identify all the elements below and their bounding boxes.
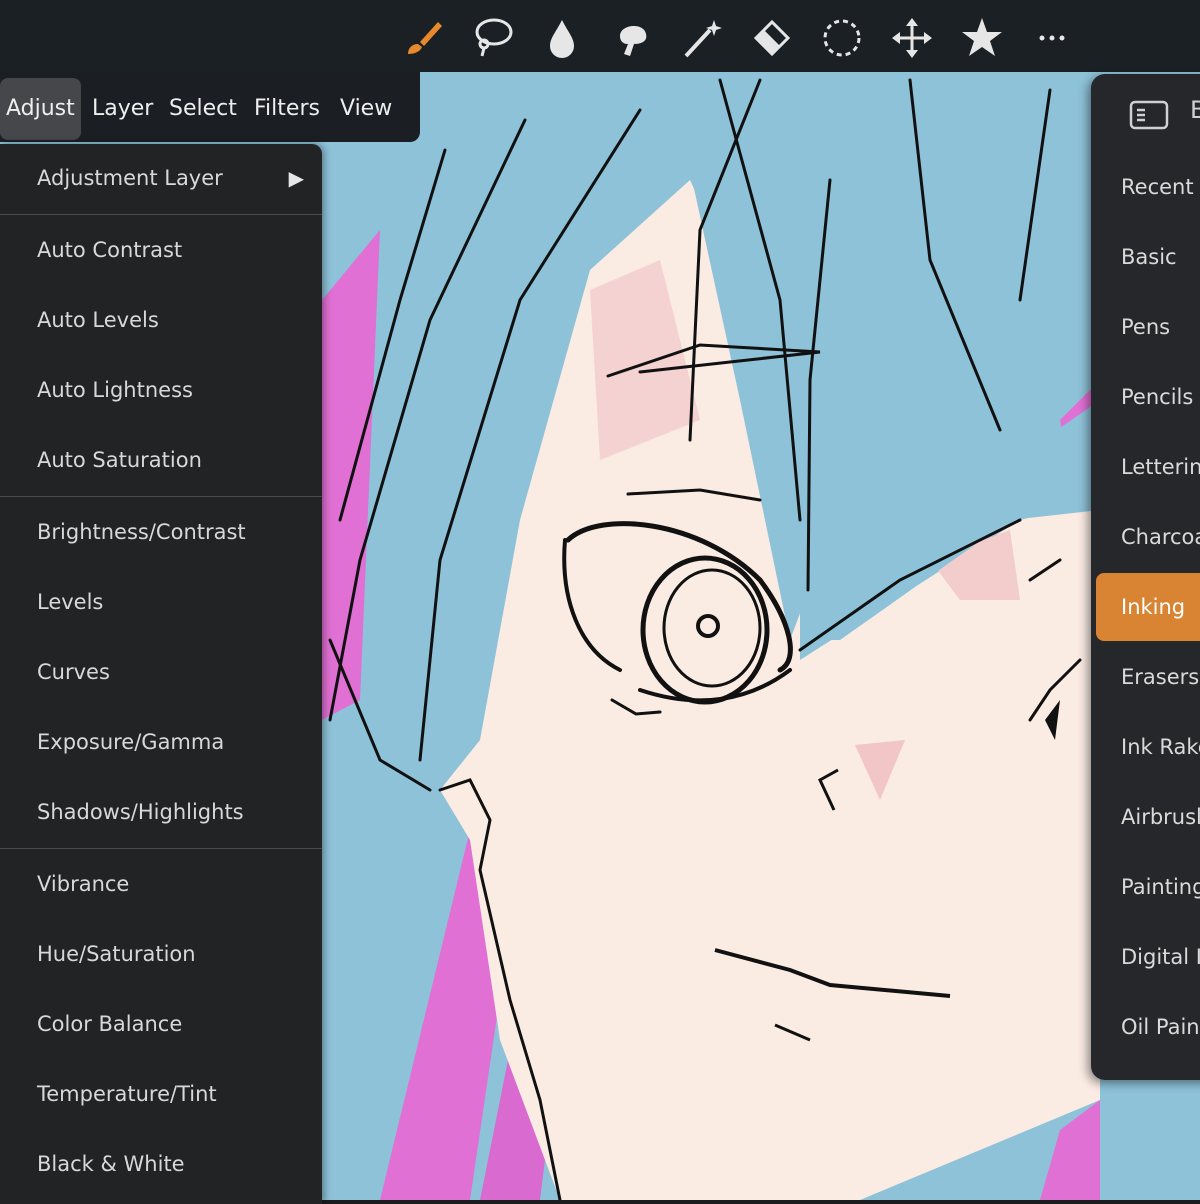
brush-category-pencils[interactable]: Pencils xyxy=(1096,363,1200,431)
submenu-arrow-icon: ▶ xyxy=(288,166,304,190)
menu-view[interactable]: View xyxy=(334,78,398,140)
lasso-icon[interactable] xyxy=(468,14,516,62)
adjust-item-brightness-contrast[interactable]: Brightness/Contrast xyxy=(0,498,322,566)
adjust-item-label: Adjustment Layer xyxy=(37,166,223,190)
adjust-item-hue-saturation[interactable]: Hue/Saturation xyxy=(0,920,322,988)
brush-category-inking[interactable]: Inking xyxy=(1096,573,1200,641)
menu-adjust[interactable]: Adjust xyxy=(0,78,81,140)
brush-category-oil-paint[interactable]: Oil Pain xyxy=(1096,993,1200,1061)
paint-brush-icon[interactable] xyxy=(398,14,446,62)
adjust-item-vibrance[interactable]: Vibrance xyxy=(0,850,322,918)
adjust-item-adjustment-layer[interactable]: Adjustment Layer ▶ xyxy=(0,144,322,212)
adjust-item-levels[interactable]: Levels xyxy=(0,568,322,636)
move-icon[interactable] xyxy=(888,14,936,62)
adjust-dropdown-menu: Adjustment Layer ▶ Auto Contrast Auto Le… xyxy=(0,144,322,1204)
menu-layer[interactable]: Layer xyxy=(86,78,159,140)
adjust-item-shadows-highlights[interactable]: Shadows/Highlights xyxy=(0,778,322,846)
brush-category-charcoal[interactable]: Charcoa xyxy=(1096,503,1200,571)
adjust-item-exposure-gamma[interactable]: Exposure/Gamma xyxy=(0,708,322,776)
adjust-item-temperature-tint[interactable]: Temperature/Tint xyxy=(0,1060,322,1128)
brush-category-erasers[interactable]: Erasers xyxy=(1096,643,1200,711)
adjust-item-color-balance[interactable]: Color Balance xyxy=(0,990,322,1058)
adjust-item-auto-lightness[interactable]: Auto Lightness xyxy=(0,356,322,424)
brush-category-digital[interactable]: Digital I xyxy=(1096,923,1200,991)
brush-category-lettering[interactable]: Letterin xyxy=(1096,433,1200,501)
panel-title: B xyxy=(1190,96,1200,124)
brush-library-panel: B Recent Basic Pens Pencils Letterin Cha… xyxy=(1091,74,1200,1080)
brush-category-pens[interactable]: Pens xyxy=(1096,293,1200,361)
sidebar-toggle-icon[interactable] xyxy=(1129,100,1169,130)
brush-category-painting[interactable]: Painting xyxy=(1096,853,1200,921)
blur-stamp-icon[interactable] xyxy=(608,14,656,62)
brush-category-airbrush[interactable]: Airbrusl xyxy=(1096,783,1200,851)
star-icon[interactable] xyxy=(958,14,1006,62)
dashed-selection-icon[interactable] xyxy=(818,14,866,62)
smudge-drop-icon[interactable] xyxy=(538,14,586,62)
adjust-item-auto-levels[interactable]: Auto Levels xyxy=(0,286,322,354)
magic-wand-icon[interactable] xyxy=(678,14,726,62)
adjust-item-auto-saturation[interactable]: Auto Saturation xyxy=(0,426,322,494)
menu-filters[interactable]: Filters xyxy=(248,78,326,140)
more-icon[interactable] xyxy=(1028,14,1076,62)
menu-divider xyxy=(0,848,322,849)
adjust-item-auto-contrast[interactable]: Auto Contrast xyxy=(0,216,322,284)
menu-divider xyxy=(0,214,322,215)
adjust-item-curves[interactable]: Curves xyxy=(0,638,322,706)
brush-category-basic[interactable]: Basic xyxy=(1096,223,1200,291)
menu-select[interactable]: Select xyxy=(163,78,243,140)
menu-divider xyxy=(0,496,322,497)
brush-category-recent[interactable]: Recent xyxy=(1096,153,1200,221)
top-toolbar xyxy=(0,0,1200,72)
brush-category-ink-rake[interactable]: Ink Rake xyxy=(1096,713,1200,781)
adjust-item-black-white[interactable]: Black & White xyxy=(0,1130,322,1198)
eraser-icon[interactable] xyxy=(748,14,796,62)
menu-bar: Adjust Layer Select Filters View xyxy=(0,72,420,142)
